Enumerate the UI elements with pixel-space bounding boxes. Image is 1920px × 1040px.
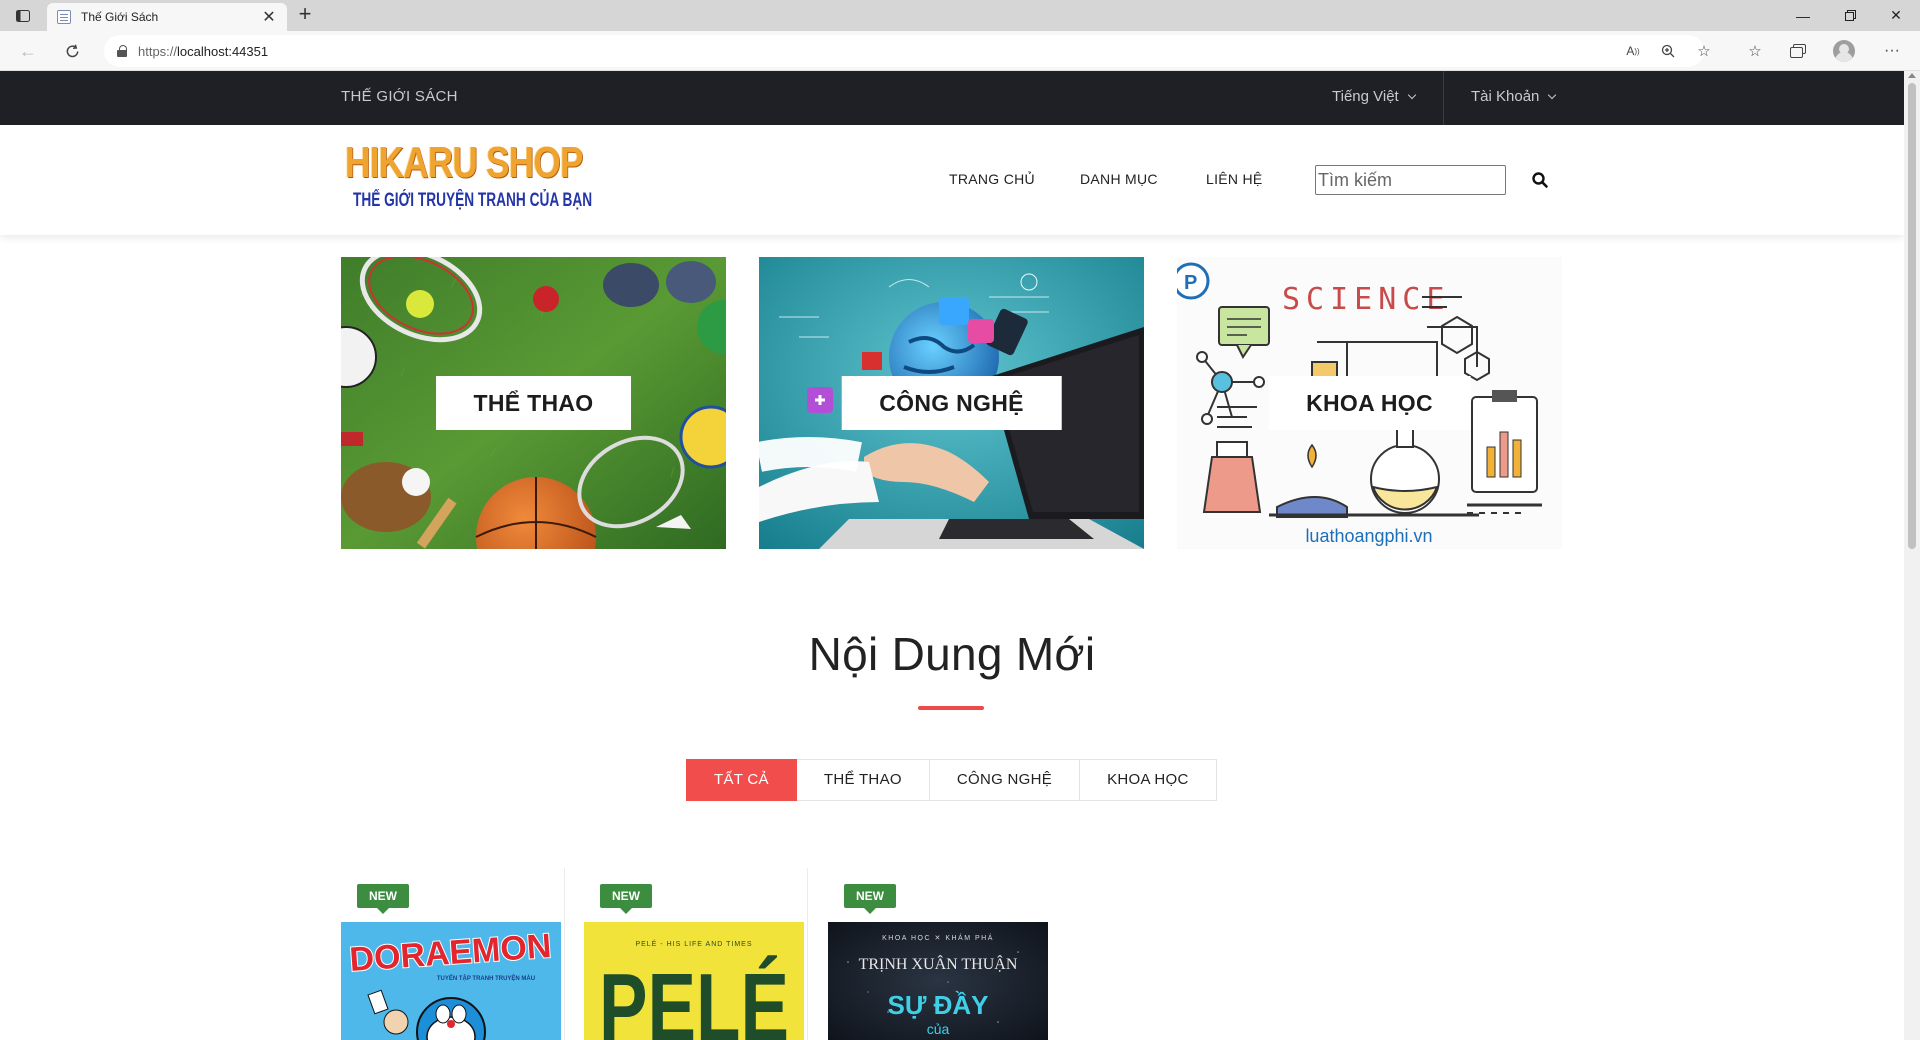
tab-title: Thế Giới Sách <box>81 10 159 24</box>
product-cover-image: PELÉ - HIS LIFE AND TIMES PELÉ <box>584 922 804 1040</box>
cover-title: SỰ ĐẦY <box>887 990 988 1020</box>
nav-categories[interactable]: DANH MỤC <box>1080 171 1158 187</box>
product-card[interactable]: NEW PELÉ - HIS LIFE AND TIMES PELÉ <box>584 868 808 1040</box>
title-underline <box>918 706 984 710</box>
close-window-icon[interactable]: ✕ <box>1876 0 1916 31</box>
cover-subtitle: PELÉ - HIS LIFE AND TIMES <box>635 939 752 948</box>
cover-author: TRỊNH XUÂN THUẬN <box>859 954 1018 973</box>
page-viewport: THẾ GIỚI SÁCH Tiếng Việt Tài Khoản HIKAR… <box>0 71 1904 1040</box>
category-banner-sports[interactable]: THỂ THAO <box>341 257 726 549</box>
scrollbar-thumb[interactable] <box>1908 83 1916 549</box>
chevron-down-icon <box>1407 90 1416 100</box>
filter-tabs: TẤT CẢ THỂ THAO CÔNG NGHỆ KHOA HỌC <box>686 759 1217 801</box>
site-logo[interactable]: HIKARU SHOP THẾ GIỚI TRUYỆN TRANH CỦA BẠ… <box>341 138 592 223</box>
top-bar-brand[interactable]: THẾ GIỚI SÁCH <box>341 88 458 105</box>
refresh-icon[interactable] <box>60 39 84 63</box>
product-card[interactable]: NEW KHOA HỌC ✕ KHÁM PHÁ TRỊNH XUÂN THUẬN… <box>828 868 1050 1040</box>
category-banner-technology[interactable]: CÔNG NGHỆ <box>759 257 1144 549</box>
search-icon[interactable] <box>1531 171 1549 189</box>
page-scrollbar[interactable] <box>1904 71 1920 1040</box>
language-dropdown[interactable]: Tiếng Việt <box>1332 88 1416 105</box>
page-favicon-icon <box>57 10 71 24</box>
browser-tabstrip: Thế Giới Sách ✕ + — ✕ <box>0 0 1920 31</box>
scroll-up-icon[interactable] <box>1908 73 1916 78</box>
minimize-icon[interactable]: — <box>1783 0 1823 31</box>
logo-tagline: THẾ GIỚI TRUYỆN TRANH CỦA BẠN <box>353 190 593 211</box>
product-cover-image: KHOA HỌC ✕ KHÁM PHÁ TRỊNH XUÂN THUẬN SỰ … <box>828 922 1048 1040</box>
product-card[interactable]: NEW DORAEMON TUYỂN TẬP TRANH TRUYỆN MÀU <box>341 868 565 1040</box>
science-image-text: SCIENCE <box>1282 282 1450 317</box>
zoom-icon[interactable] <box>1656 39 1680 63</box>
profile-avatar-icon[interactable] <box>1832 39 1856 63</box>
address-bar[interactable]: https://localhost:44351 <box>104 35 1704 67</box>
url-host: localhost:44351 <box>177 43 269 59</box>
nav-home[interactable]: TRANG CHỦ <box>949 171 1035 187</box>
new-badge: NEW <box>844 884 896 914</box>
tab-actions-icon[interactable] <box>10 6 36 26</box>
cover-subtitle: TUYỂN TẬP TRANH TRUYỆN MÀU <box>437 974 535 982</box>
account-dropdown[interactable]: Tài Khoản <box>1471 88 1557 105</box>
site-header: HIKARU SHOP THẾ GIỚI TRUYỆN TRANH CỦA BẠ… <box>0 125 1904 235</box>
read-aloud-icon[interactable]: A)) <box>1621 39 1645 63</box>
category-label-technology: CÔNG NGHỆ <box>841 376 1062 430</box>
section-title: Nội Dung Mới <box>808 628 1096 680</box>
cover-series: KHOA HỌC ✕ KHÁM PHÁ <box>882 933 994 942</box>
category-label-science: KHOA HỌC <box>1268 376 1471 430</box>
close-tab-icon[interactable]: ✕ <box>261 7 277 27</box>
image-watermark: luathoangphi.vn <box>1305 526 1432 546</box>
card-divider <box>564 868 565 1040</box>
more-menu-icon[interactable]: ··· <box>1880 39 1904 63</box>
new-tab-icon[interactable]: + <box>294 3 316 27</box>
chevron-down-icon <box>1548 90 1557 100</box>
url-scheme: https:// <box>138 43 178 59</box>
cover-title: PELÉ <box>599 954 789 1040</box>
top-bar: THẾ GIỚI SÁCH Tiếng Việt Tài Khoản <box>0 71 1904 125</box>
category-label-sports: THỂ THAO <box>435 376 632 430</box>
nav-contact[interactable]: LIÊN HỆ <box>1206 171 1263 187</box>
favorite-star-icon[interactable]: ☆ <box>1692 39 1716 63</box>
new-badge: NEW <box>357 884 409 914</box>
browser-tab[interactable]: Thế Giới Sách ✕ <box>47 3 287 31</box>
search-input[interactable]: Tìm kiếm <box>1315 165 1506 195</box>
filter-technology[interactable]: CÔNG NGHỆ <box>929 759 1081 801</box>
favorites-icon[interactable]: ☆ <box>1743 39 1767 63</box>
logo-title: HIKARU SHOP <box>345 138 583 187</box>
restore-icon[interactable] <box>1830 0 1870 31</box>
back-icon[interactable]: ← <box>16 39 40 63</box>
filter-science[interactable]: KHOA HỌC <box>1080 759 1217 801</box>
cover-subtitle: của <box>927 1021 950 1037</box>
filter-all[interactable]: TẤT CẢ <box>686 759 797 801</box>
filter-sports[interactable]: THỂ THAO <box>796 759 930 801</box>
account-label: Tài Khoản <box>1471 88 1540 105</box>
language-label: Tiếng Việt <box>1332 88 1399 105</box>
lock-icon <box>116 45 128 57</box>
top-bar-divider <box>1443 71 1444 125</box>
new-badge: NEW <box>600 884 652 914</box>
svg-text:P: P <box>1184 272 1197 294</box>
product-cover-image: DORAEMON TUYỂN TẬP TRANH TRUYỆN MÀU <box>341 922 561 1040</box>
category-banner-science[interactable]: P SCIENCE luathoangphi.vn KHOA HỌC <box>1177 257 1562 549</box>
collections-icon[interactable] <box>1786 39 1810 63</box>
browser-toolbar: ← https://localhost:44351 A)) ☆ ☆ ··· <box>0 31 1920 71</box>
card-divider <box>807 868 808 1040</box>
